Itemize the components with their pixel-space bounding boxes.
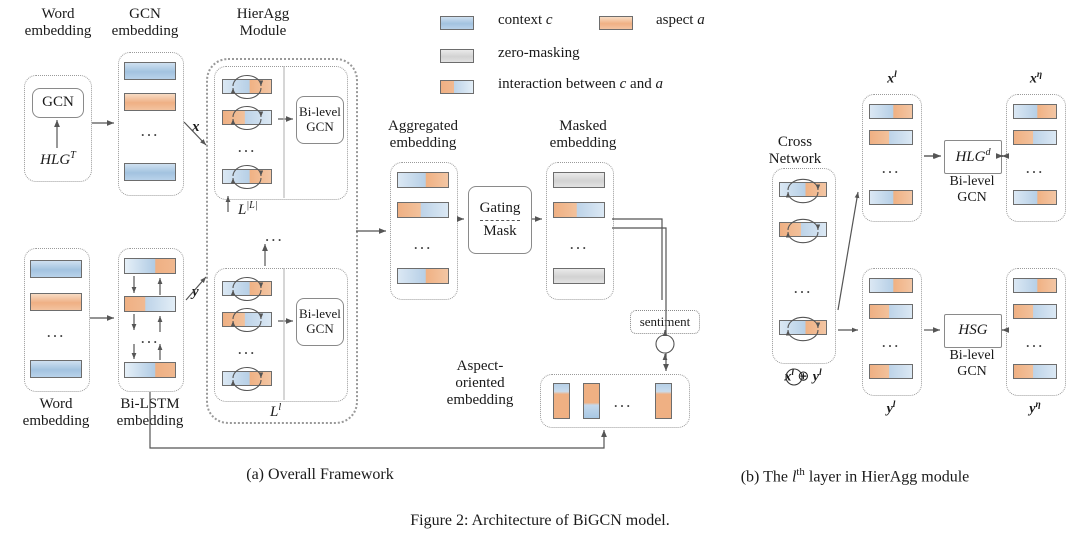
- y-l-ellipsis: ...: [881, 332, 901, 351]
- word-embedding-bottom-block-3: [30, 360, 82, 378]
- hlg-d-box[interactable]: HLGd: [944, 140, 1002, 174]
- x-eta-block-3: [1013, 190, 1057, 205]
- y-eta-block-3: [1013, 364, 1057, 379]
- bilstm-block-3: [124, 362, 176, 378]
- y-eta-ellipsis: ...: [1025, 332, 1045, 351]
- masked-embedding-title: Masked embedding: [549, 118, 617, 151]
- gcn-embedding-block-3: [124, 163, 176, 181]
- hlg-d-bilevel-gcn-label: Bi-level GCN: [949, 174, 995, 205]
- word-embedding-bottom-block-1: [30, 260, 82, 278]
- aggregated-ellipsis: ...: [413, 234, 433, 253]
- hieragg-top-ellipsis: ...: [237, 137, 257, 156]
- y-l-block-3: [869, 364, 913, 379]
- aspect-oriented-block-1: [553, 383, 570, 419]
- y-eta-block-2: [1013, 304, 1057, 319]
- masked-block-3: [553, 268, 605, 284]
- legend-swatch-zero-masking: [440, 49, 474, 63]
- bilevel-gcn-box-top[interactable]: Bi-level GCN: [296, 96, 344, 144]
- layer-label-bottom: Ll: [270, 402, 282, 420]
- gcn-embedding-title: GCN embedding: [111, 6, 179, 39]
- cross-network-title: Cross Network: [768, 134, 822, 167]
- x-eta-label: xη: [1029, 70, 1043, 87]
- mask-label: Mask: [483, 222, 517, 239]
- x-l-ellipsis: ...: [881, 158, 901, 177]
- bilstm-ellipsis: ...: [140, 328, 160, 347]
- x-l-block-1: [869, 104, 913, 119]
- x-eta-ellipsis: ...: [1025, 158, 1045, 177]
- aggregated-block-3: [397, 268, 449, 284]
- cross-network-block-3: [779, 320, 827, 335]
- hieragg-bottom-ellipsis: ...: [237, 339, 257, 358]
- bilstm-embedding-title: Bi-LSTM embedding: [116, 396, 184, 429]
- hieragg-module-title: HierAgg Module: [236, 6, 290, 39]
- word-embedding-bottom-ellipsis: ...: [46, 322, 66, 341]
- sentiment-box[interactable]: sentiment: [630, 310, 700, 334]
- gcn-embedding-ellipsis: ...: [140, 121, 160, 140]
- subcaption-b: (b) The lth layer in HierAgg module: [740, 466, 970, 486]
- figure-caption: Figure 2: Architecture of BiGCN model.: [410, 512, 670, 529]
- sigma-label: σ: [659, 338, 666, 353]
- gcn-box[interactable]: GCN: [32, 88, 84, 118]
- masked-block-2: [553, 202, 605, 218]
- x-eta-block-1: [1013, 104, 1057, 119]
- x-l-block-2: [869, 130, 913, 145]
- flow-label-y: y: [192, 284, 199, 300]
- x-l-block-3: [869, 190, 913, 205]
- hsg-box[interactable]: HSG: [944, 314, 1002, 348]
- bilstm-block-2: [124, 296, 176, 312]
- gating-divider: [480, 219, 520, 221]
- masked-block-1: [553, 172, 605, 188]
- aggregated-block-1: [397, 172, 449, 188]
- hieragg-top-block-1: [222, 79, 272, 94]
- hieragg-layers-ellipsis: ...: [265, 226, 284, 245]
- aspect-oriented-block-3: [655, 383, 672, 419]
- x-eta-block-2: [1013, 130, 1057, 145]
- cross-network-ellipsis: ...: [793, 278, 813, 297]
- aggregated-embedding-title: Aggregated embedding: [388, 118, 458, 151]
- legend-label-context: context c: [498, 12, 553, 28]
- legend-swatch-interaction: [440, 80, 474, 94]
- flow-label-x: x: [192, 119, 200, 135]
- hieragg-top-block-3: [222, 169, 272, 184]
- y-l-label: yl: [886, 400, 896, 417]
- word-embedding-bottom-block-2: [30, 293, 82, 311]
- y-l-block-2: [869, 304, 913, 319]
- gating-label: Gating: [479, 200, 521, 217]
- x-l-label: xl: [887, 70, 897, 87]
- layer-label-top: L|L|: [238, 200, 258, 218]
- legend-label-aspect: aspect a: [656, 12, 705, 28]
- legend-label-zero-masking: zero-masking: [498, 45, 580, 61]
- hieragg-bottom-block-3: [222, 371, 272, 386]
- legend-label-interaction: interaction between c and a: [498, 76, 663, 92]
- bilevel-gcn-box-bottom[interactable]: Bi-level GCN: [296, 298, 344, 346]
- legend-swatch-aspect: [599, 16, 633, 30]
- bilstm-block-1: [124, 258, 176, 274]
- y-eta-label: yη: [1029, 400, 1041, 417]
- hlg-t-label: HLGT: [40, 150, 76, 168]
- y-l-block-1: [869, 278, 913, 293]
- aspect-oriented-title: Aspect- oriented embedding: [446, 358, 514, 408]
- gating-mask-box[interactable]: Gating Mask: [468, 186, 532, 254]
- cross-network-block-2: [779, 222, 827, 237]
- y-eta-block-1: [1013, 278, 1057, 293]
- gcn-embedding-block-2: [124, 93, 176, 111]
- legend-swatch-context: [440, 16, 474, 30]
- hieragg-bottom-block-1: [222, 281, 272, 296]
- subcaption-a: (a) Overall Framework: [246, 466, 394, 483]
- hieragg-bottom-block-2: [222, 312, 272, 327]
- aspect-oriented-ellipsis: ...: [613, 392, 633, 411]
- hieragg-top-block-2: [222, 110, 272, 125]
- legend: context c aspect a zero-masking interact…: [440, 8, 750, 100]
- gcn-embedding-block-1: [124, 62, 176, 80]
- masked-ellipsis: ...: [569, 234, 589, 253]
- cross-network-block-1: [779, 182, 827, 197]
- word-embedding-bottom-title: Word embedding: [22, 396, 90, 429]
- aspect-oriented-block-2: [583, 383, 600, 419]
- hsg-bilevel-gcn-label: Bi-level GCN: [949, 348, 995, 379]
- aggregated-block-2: [397, 202, 449, 218]
- cross-network-input-label: xl ⊕ yl: [784, 368, 822, 385]
